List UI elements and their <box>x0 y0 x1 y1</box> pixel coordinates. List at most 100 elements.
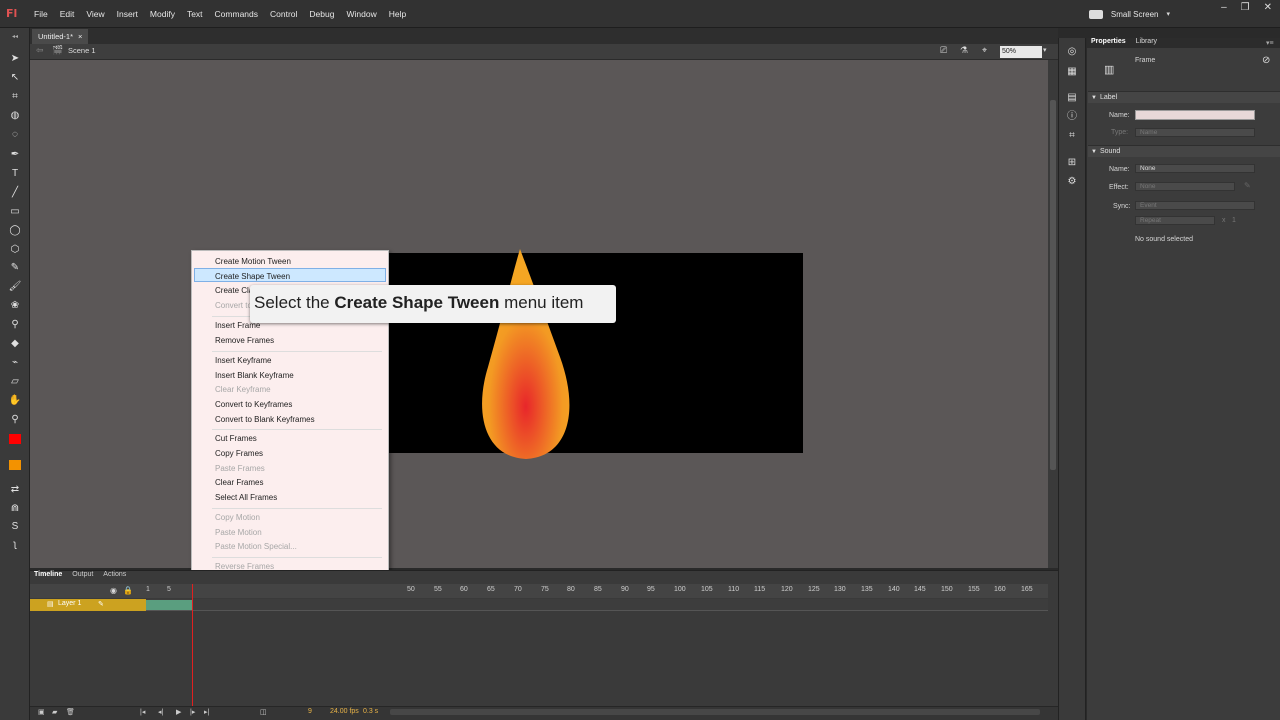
layer-name[interactable]: Layer 1 <box>58 600 81 607</box>
menu-item-create-shape-tween[interactable]: Create Shape Tween <box>215 272 290 281</box>
close-icon[interactable]: × <box>78 29 82 44</box>
bone-tool-icon[interactable]: ⚲ <box>8 318 22 332</box>
stroke-color-swatch[interactable] <box>9 434 21 444</box>
repeat-count[interactable]: 1 <box>1232 217 1236 224</box>
label-section[interactable]: ▼ Label <box>1088 91 1280 103</box>
current-frame[interactable]: 9 <box>308 708 312 715</box>
menu-help[interactable]: Help <box>383 0 412 28</box>
polystar-tool-icon[interactable]: ⬡ <box>8 243 22 257</box>
eraser-tool-icon[interactable]: ▱ <box>8 375 22 389</box>
new-folder-icon[interactable]: ▰ <box>52 708 57 716</box>
pencil-tool-icon[interactable]: ✎ <box>8 261 22 275</box>
code-snippets-icon[interactable]: ⚙ <box>1066 176 1078 188</box>
step-forward-icon[interactable]: |▸ <box>190 708 195 716</box>
menu-file[interactable]: File <box>28 0 54 28</box>
chevron-down-icon[interactable]: ▾ <box>1043 46 1047 54</box>
sound-section[interactable]: ▼ Sound <box>1088 145 1280 157</box>
onion-skin-icon[interactable]: ◫ <box>260 708 267 716</box>
align-icon[interactable]: ▤ <box>1066 92 1078 104</box>
flame-shape[interactable] <box>470 247 590 462</box>
swatches-icon[interactable]: ▦ <box>1066 66 1078 78</box>
subselection-tool-icon[interactable]: ↖ <box>8 71 22 85</box>
line-tool-icon[interactable]: ╱ <box>8 186 22 200</box>
repeat-select[interactable]: Repeat <box>1135 216 1215 225</box>
menu-item-create-motion-tween[interactable]: Create Motion Tween <box>215 257 291 266</box>
menu-item-cut-frames[interactable]: Cut Frames <box>215 434 257 443</box>
3d-rotation-tool-icon[interactable]: ◍ <box>8 109 22 123</box>
menu-item-select-all-frames[interactable]: Select All Frames <box>215 493 277 502</box>
document-tab-label[interactable]: Untitled-1* <box>38 29 73 44</box>
menu-debug[interactable]: Debug <box>303 0 340 28</box>
frame-row[interactable] <box>146 599 1048 611</box>
tab-library[interactable]: Library <box>1136 38 1157 48</box>
menu-commands[interactable]: Commands <box>209 0 264 28</box>
horizontal-scrollbar[interactable] <box>390 709 1040 715</box>
edit-effect-icon[interactable]: ✎ <box>1244 181 1251 190</box>
menu-modify[interactable]: Modify <box>144 0 181 28</box>
rectangle-tool-icon[interactable]: ▭ <box>8 205 22 219</box>
menu-text[interactable]: Text <box>181 0 209 28</box>
lock-icon[interactable]: 🔒 <box>123 586 133 595</box>
menu-item-insert-keyframe[interactable]: Insert Keyframe <box>215 356 271 365</box>
back-arrow-icon[interactable]: ⇦ <box>36 45 44 56</box>
menu-item-copy-frames[interactable]: Copy Frames <box>215 449 263 458</box>
step-back-icon[interactable]: ◂| <box>158 708 163 716</box>
sync-select[interactable]: Event <box>1135 201 1255 210</box>
eye-icon[interactable]: ◉ <box>110 586 117 595</box>
menu-item-insert-blank-keyframe[interactable]: Insert Blank Keyframe <box>215 371 294 380</box>
workspace-icon[interactable] <box>1088 9 1103 19</box>
zoom-select[interactable]: 50% <box>1000 46 1042 58</box>
close-button[interactable]: ✕ <box>1264 2 1272 13</box>
hand-tool-icon[interactable]: ✋ <box>8 394 22 408</box>
edit-scene-icon[interactable]: ⎚ <box>940 45 947 56</box>
play-icon[interactable]: ▶ <box>176 708 181 716</box>
frame-rate[interactable]: 24.00 fps <box>330 708 359 715</box>
menu-item-convert-to-keyframes[interactable]: Convert to Keyframes <box>215 400 292 409</box>
workspace-label[interactable]: Small Screen <box>1111 10 1159 19</box>
label-type-select[interactable]: Name <box>1135 128 1255 137</box>
snap-icon[interactable]: ⋒ <box>8 502 22 516</box>
menu-item-convert-to-blank-keyframes[interactable]: Convert to Blank Keyframes <box>215 415 315 424</box>
tab-properties[interactable]: Properties <box>1091 38 1126 48</box>
menu-edit[interactable]: Edit <box>54 0 81 28</box>
swap-colors-icon[interactable]: ⇄ <box>8 483 22 497</box>
free-transform-tool-icon[interactable]: ⌗ <box>8 90 22 104</box>
fill-color-swatch[interactable] <box>9 460 21 470</box>
center-stage-icon[interactable]: ⌖ <box>982 45 987 56</box>
delete-layer-icon[interactable]: 🗑 <box>66 708 75 716</box>
scene-label[interactable]: Scene 1 <box>68 46 96 55</box>
paint-bucket-tool-icon[interactable]: ◆ <box>8 337 22 351</box>
edit-symbols-icon[interactable]: ⚗ <box>960 45 968 56</box>
oval-tool-icon[interactable]: ◯ <box>8 224 22 238</box>
selection-tool-icon[interactable]: ➤ <box>8 52 22 66</box>
workspace-switcher[interactable]: Small Screen ▾ <box>1088 0 1170 28</box>
menu-control[interactable]: Control <box>264 0 303 28</box>
components-icon[interactable]: ⊞ <box>1066 157 1078 169</box>
tab-output[interactable]: Output <box>72 571 93 583</box>
help-icon[interactable]: ⊘ <box>1262 55 1270 66</box>
deco-tool-icon[interactable]: ❀ <box>8 299 22 313</box>
text-tool-icon[interactable]: T <box>8 167 22 181</box>
zoom-tool-icon[interactable]: ⚲ <box>8 413 22 427</box>
transform-icon[interactable]: ⌗ <box>1066 130 1078 142</box>
go-last-frame-icon[interactable]: ▸| <box>204 708 209 716</box>
info-icon[interactable]: ⓘ <box>1066 111 1078 123</box>
label-name-input[interactable] <box>1135 110 1255 120</box>
menu-item-clear-frames[interactable]: Clear Frames <box>215 478 263 487</box>
motion-editor-icon[interactable]: ◎ <box>1066 46 1078 58</box>
collapse-icon[interactable]: ◂◂ <box>8 30 22 44</box>
new-layer-icon[interactable]: ▣ <box>38 708 45 716</box>
straighten-icon[interactable]: ʅ <box>8 538 22 552</box>
pen-tool-icon[interactable]: ✒ <box>8 148 22 162</box>
restore-button[interactable]: ❐ <box>1241 2 1250 13</box>
lasso-tool-icon[interactable]: ◌ <box>8 128 22 142</box>
smooth-icon[interactable]: S <box>8 520 22 534</box>
effect-select[interactable]: None <box>1135 182 1235 191</box>
selected-frames[interactable] <box>146 600 192 610</box>
eyedropper-tool-icon[interactable]: ⌁ <box>8 356 22 370</box>
brush-tool-icon[interactable]: 🖌 <box>8 280 22 294</box>
menu-insert[interactable]: Insert <box>111 0 144 28</box>
go-first-frame-icon[interactable]: |◂ <box>140 708 145 716</box>
menu-view[interactable]: View <box>80 0 110 28</box>
stage[interactable] <box>389 253 803 453</box>
